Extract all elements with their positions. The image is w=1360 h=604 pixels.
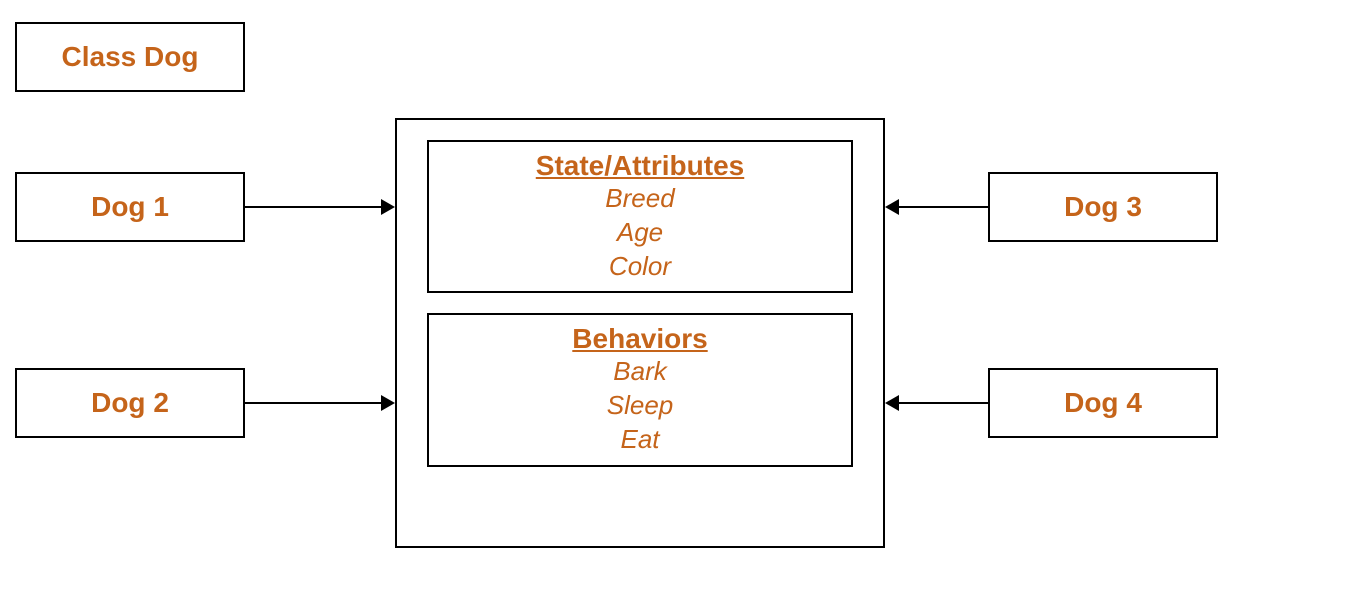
dog4-label: Dog 4 [1064, 387, 1142, 419]
class-dog-box: Class Dog [15, 22, 245, 92]
arrow-dog1 [245, 206, 381, 208]
attribute-item: Breed [449, 182, 831, 216]
behaviors-box: Behaviors Bark Sleep Eat [427, 313, 853, 466]
attributes-title: State/Attributes [449, 150, 831, 182]
dog2-label: Dog 2 [91, 387, 169, 419]
arrow-dog3 [899, 206, 988, 208]
attributes-box: State/Attributes Breed Age Color [427, 140, 853, 293]
class-definition-container: State/Attributes Breed Age Color Behavio… [395, 118, 885, 548]
arrow-head-icon [381, 395, 395, 411]
arrow-head-icon [381, 199, 395, 215]
dog2-box: Dog 2 [15, 368, 245, 438]
arrow-head-icon [885, 395, 899, 411]
arrow-head-icon [885, 199, 899, 215]
arrow-dog2 [245, 402, 381, 404]
dog4-box: Dog 4 [988, 368, 1218, 438]
attribute-item: Age [449, 216, 831, 250]
behavior-item: Eat [449, 423, 831, 457]
dog1-box: Dog 1 [15, 172, 245, 242]
behaviors-title: Behaviors [449, 323, 831, 355]
behavior-item: Sleep [449, 389, 831, 423]
attribute-item: Color [449, 250, 831, 284]
behavior-item: Bark [449, 355, 831, 389]
dog1-label: Dog 1 [91, 191, 169, 223]
class-dog-label: Class Dog [62, 41, 199, 73]
dog3-label: Dog 3 [1064, 191, 1142, 223]
dog3-box: Dog 3 [988, 172, 1218, 242]
arrow-dog4 [899, 402, 988, 404]
